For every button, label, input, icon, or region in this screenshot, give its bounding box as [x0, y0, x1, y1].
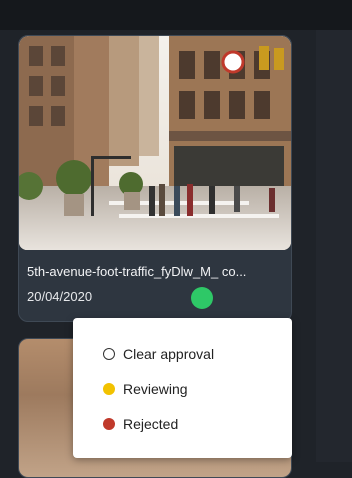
- menu-item-rejected[interactable]: Rejected: [103, 413, 178, 435]
- menu-item-label: Rejected: [123, 416, 179, 432]
- media-title: 5th-avenue-foot-traffic_fyDlw_M_ co...: [27, 264, 247, 279]
- side-panel: [316, 30, 352, 462]
- menu-item-clear-approval[interactable]: Clear approval: [103, 343, 214, 365]
- yellow-dot-icon: [103, 383, 115, 395]
- red-dot-icon: [103, 418, 115, 430]
- approval-status-menu: Clear approval Reviewing Rejected: [73, 318, 292, 458]
- empty-circle-icon: [103, 348, 115, 360]
- thumbnail-image[interactable]: [19, 36, 291, 250]
- menu-item-label: Clear approval: [123, 346, 215, 362]
- menu-item-reviewing[interactable]: Reviewing: [103, 378, 188, 400]
- top-bar: [0, 0, 352, 30]
- approval-status-indicator[interactable]: [191, 287, 213, 309]
- media-card[interactable]: 5th-avenue-foot-traffic_fyDlw_M_ co... 2…: [18, 35, 292, 322]
- menu-item-label: Reviewing: [123, 381, 188, 397]
- media-date: 20/04/2020: [27, 289, 93, 304]
